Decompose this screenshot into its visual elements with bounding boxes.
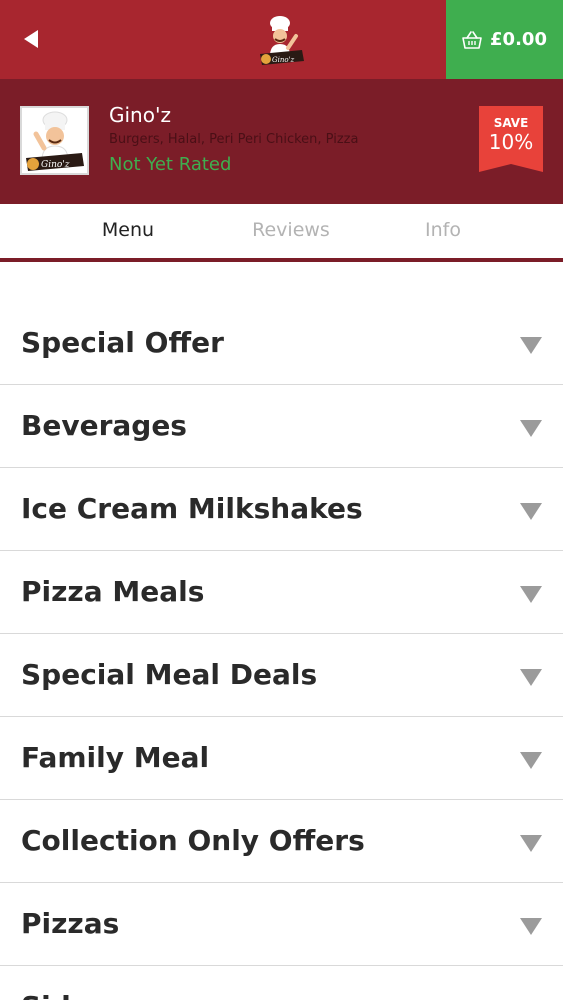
category-label: Pizza Meals	[21, 575, 205, 608]
app-screen: Gino'z £0.00 Gino'z Gino'z Burgers, Hala…	[0, 0, 563, 1000]
chevron-down-icon	[520, 918, 542, 935]
restaurant-cuisines: Burgers, Halal, Peri Peri Chicken, Pizza	[109, 132, 359, 147]
discount-value: 10%	[488, 130, 534, 154]
category-label: Beverages	[21, 409, 187, 442]
category-label: Ice Cream Milkshakes	[21, 492, 363, 525]
top-bar: Gino'z £0.00	[0, 0, 563, 79]
restaurant-name: Gino'z	[109, 103, 171, 127]
menu-category[interactable]: Pizza Meals	[0, 551, 563, 634]
cart-button[interactable]: £0.00	[446, 0, 563, 79]
category-label: Collection Only Offers	[21, 824, 365, 857]
discount-label: SAVE	[493, 116, 529, 130]
ginoz-chef-logo-large: Gino'z	[26, 111, 84, 171]
menu-category[interactable]: Pizzas	[0, 883, 563, 966]
menu-category[interactable]: Special Meal Deals	[0, 634, 563, 717]
chevron-down-icon	[520, 752, 542, 769]
tab-menu[interactable]: Menu	[48, 219, 208, 241]
chevron-down-icon	[520, 835, 542, 852]
menu-category[interactable]: Sides	[0, 966, 563, 1000]
logo-wordmark-large: Gino'z	[41, 160, 70, 170]
logo-wordmark: Gino'z	[272, 56, 294, 64]
restaurant-logo: Gino'z	[20, 106, 89, 175]
menu-category[interactable]: Family Meal	[0, 717, 563, 800]
category-label: Special Meal Deals	[21, 658, 318, 691]
category-label: Sides	[21, 990, 106, 1000]
chevron-down-icon	[520, 337, 542, 354]
tab-info[interactable]: Info	[363, 219, 523, 241]
tab-underline	[0, 258, 563, 262]
chevron-down-icon	[520, 669, 542, 686]
menu-category-list: Special Offer Beverages Ice Cream Milksh…	[0, 302, 563, 1000]
menu-category[interactable]: Beverages	[0, 385, 563, 468]
chevron-down-icon	[520, 586, 542, 603]
menu-category[interactable]: Special Offer	[0, 302, 563, 385]
ginoz-chef-logo: Gino'z	[260, 16, 304, 65]
basket-icon	[462, 30, 482, 49]
back-arrow-icon	[24, 30, 38, 48]
category-label: Special Offer	[21, 326, 224, 359]
menu-category[interactable]: Ice Cream Milkshakes	[0, 468, 563, 551]
restaurant-header: Gino'z Gino'z Burgers, Halal, Peri Peri …	[0, 79, 563, 204]
back-button[interactable]	[14, 22, 48, 56]
category-label: Family Meal	[21, 741, 210, 774]
chevron-down-icon	[520, 503, 542, 520]
chevron-down-icon	[520, 420, 542, 437]
tab-reviews[interactable]: Reviews	[211, 219, 371, 241]
category-label: Pizzas	[21, 907, 120, 940]
tab-bar: Menu Reviews Info	[0, 204, 563, 259]
cart-total: £0.00	[490, 29, 547, 50]
menu-category[interactable]: Collection Only Offers	[0, 800, 563, 883]
restaurant-rating: Not Yet Rated	[109, 154, 232, 175]
